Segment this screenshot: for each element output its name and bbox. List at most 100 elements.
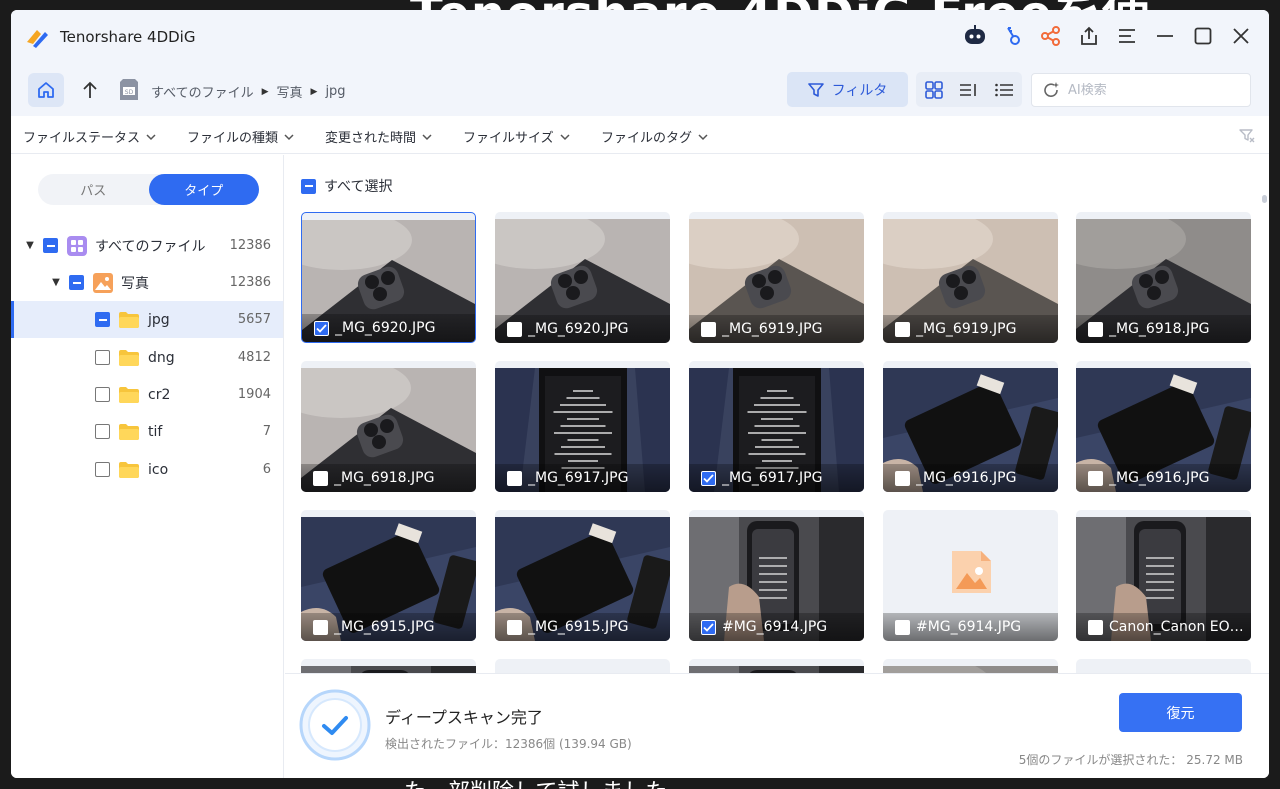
- file-checkbox[interactable]: [507, 321, 522, 337]
- file-checkbox[interactable]: [701, 619, 716, 635]
- file-thumbnail[interactable]: _MG_6918.JPG: [301, 361, 476, 492]
- file-checkbox[interactable]: [895, 470, 910, 486]
- file-name: #MG_6914.JPG: [916, 619, 1022, 635]
- tree-item-dng[interactable]: dng 4812: [11, 339, 283, 376]
- file-checkbox[interactable]: [1088, 321, 1103, 337]
- file-checkbox[interactable]: [1088, 619, 1103, 635]
- tree-item-photos[interactable]: ▼ 写真 12386: [11, 264, 283, 301]
- sd-card-icon: SD: [120, 79, 138, 100]
- breadcrumb-item-all-files[interactable]: すべてのファイル: [151, 82, 254, 101]
- tree-checkbox[interactable]: [69, 275, 84, 290]
- file-name: _MG_6915.JPG: [528, 619, 629, 635]
- close-icon[interactable]: [1227, 22, 1255, 50]
- tree-checkbox[interactable]: [95, 462, 110, 477]
- file-thumbnail[interactable]: Canon_Canon EOS...: [1076, 510, 1251, 641]
- tree-item-tif[interactable]: tif 7: [11, 413, 283, 450]
- breadcrumb-item-jpg[interactable]: jpg: [325, 84, 345, 99]
- tree-item-jpg[interactable]: jpg 5657: [11, 301, 283, 338]
- filter-button[interactable]: フィルタ: [787, 72, 908, 107]
- chevron-down-icon: [284, 133, 294, 140]
- folder-icon: [119, 386, 139, 403]
- file-thumbnail[interactable]: [883, 659, 1058, 673]
- robot-icon[interactable]: [961, 22, 989, 50]
- tab-path[interactable]: パス: [38, 174, 149, 205]
- file-thumbnail[interactable]: _MG_6915.JPG: [301, 510, 476, 641]
- file-thumbnail[interactable]: _MG_6919.JPG: [883, 212, 1058, 343]
- maximize-icon[interactable]: [1189, 22, 1217, 50]
- file-checkbox[interactable]: [314, 320, 329, 336]
- tree-item-cr2[interactable]: cr2 1904: [11, 376, 283, 413]
- minimize-icon[interactable]: [1151, 22, 1179, 50]
- expand-triangle-icon[interactable]: ▼: [25, 240, 35, 251]
- file-label-bar: _MG_6917.JPG: [495, 464, 670, 492]
- file-checkbox[interactable]: [313, 470, 328, 486]
- filter-modified-time[interactable]: 変更された時間: [325, 127, 432, 146]
- file-thumbnail[interactable]: _MG_6920.JPG: [495, 212, 670, 343]
- select-all[interactable]: すべて選択: [301, 176, 392, 196]
- file-thumbnail[interactable]: _MG_6919.JPG: [689, 212, 864, 343]
- tree-item-ico[interactable]: ico 6: [11, 451, 283, 488]
- file-checkbox[interactable]: [1088, 470, 1103, 486]
- breadcrumb: すべてのファイル ▶ 写真 ▶ jpg: [151, 82, 346, 101]
- filter-file-status[interactable]: ファイルステータス: [23, 127, 156, 146]
- tree-item-count: 1904: [237, 387, 271, 402]
- folder-icon: [119, 311, 139, 328]
- search-input[interactable]: [1068, 82, 1238, 98]
- tree-checkbox[interactable]: [95, 387, 110, 402]
- tree-checkbox[interactable]: [95, 424, 110, 439]
- file-label-bar: _MG_6918.JPG: [1076, 315, 1251, 343]
- up-button[interactable]: [77, 75, 103, 105]
- tree-checkbox[interactable]: [95, 350, 110, 365]
- filter-file-tag[interactable]: ファイルのタグ: [601, 127, 708, 146]
- file-checkbox[interactable]: [507, 470, 522, 486]
- key-icon[interactable]: [999, 22, 1027, 50]
- scrollbar-thumb[interactable]: [1262, 195, 1267, 203]
- menu-icon[interactable]: [1113, 22, 1141, 50]
- file-thumbnail[interactable]: _MG_6920.JPG: [301, 212, 476, 343]
- detail-view-button[interactable]: [986, 72, 1021, 107]
- title-bar: Tenorshare 4DDiG: [11, 10, 1269, 66]
- tree-checkbox[interactable]: [43, 238, 58, 253]
- tree-checkbox[interactable]: [95, 312, 110, 327]
- sidebar: パス タイプ ▼ すべてのファイル 12386 ▼ 写真 12386 jpg 5…: [11, 155, 284, 778]
- file-thumbnail[interactable]: _MG_6916.JPG: [883, 361, 1058, 492]
- file-thumbnail[interactable]: _MG_6918.JPG: [1076, 212, 1251, 343]
- breadcrumb-item-photos[interactable]: 写真: [277, 82, 303, 101]
- tree-item-label: jpg: [148, 311, 170, 328]
- recover-button[interactable]: 復元: [1119, 693, 1242, 732]
- file-thumbnail[interactable]: [301, 659, 476, 673]
- list-view-button[interactable]: [951, 72, 986, 107]
- clear-filter-button[interactable]: [1239, 128, 1255, 148]
- expand-triangle-icon[interactable]: ▼: [51, 277, 61, 288]
- file-checkbox[interactable]: [313, 619, 328, 635]
- share-icon[interactable]: [1037, 22, 1065, 50]
- filter-file-size[interactable]: ファイルサイズ: [463, 127, 570, 146]
- file-thumbnail[interactable]: [1076, 659, 1251, 673]
- file-thumbnail[interactable]: _MG_6916.JPG: [1076, 361, 1251, 492]
- select-all-checkbox[interactable]: [301, 178, 316, 194]
- file-thumbnail[interactable]: _MG_6917.JPG: [495, 361, 670, 492]
- file-label-bar: #MG_6914.JPG: [689, 613, 864, 641]
- file-thumbnail[interactable]: _MG_6915.JPG: [495, 510, 670, 641]
- file-checkbox[interactable]: [895, 321, 910, 337]
- tab-type[interactable]: タイプ: [148, 174, 259, 205]
- file-name: _MG_6916.JPG: [916, 470, 1017, 486]
- file-thumbnail[interactable]: [495, 659, 670, 673]
- selected-files-info: 5個のファイルが選択された： 25.72 MB: [1018, 753, 1243, 767]
- file-thumbnail[interactable]: _MG_6917.JPG: [689, 361, 864, 492]
- file-label-bar: _MG_6920.JPG: [302, 314, 475, 342]
- home-button[interactable]: [28, 73, 64, 107]
- file-checkbox[interactable]: [701, 321, 716, 337]
- export-icon[interactable]: [1075, 22, 1103, 50]
- file-thumbnail[interactable]: #MG_6914.JPG: [689, 510, 864, 641]
- file-checkbox[interactable]: [507, 619, 522, 635]
- tree-item-all-files[interactable]: ▼ すべてのファイル 12386: [11, 227, 283, 264]
- file-checkbox[interactable]: [701, 470, 716, 486]
- list-icon: [994, 83, 1013, 96]
- filter-file-size-label: ファイルサイズ: [463, 131, 554, 146]
- grid-view-button[interactable]: [916, 72, 951, 107]
- file-checkbox[interactable]: [895, 619, 910, 635]
- file-thumbnail[interactable]: [689, 659, 864, 673]
- file-thumbnail[interactable]: #MG_6914.JPG: [883, 510, 1058, 641]
- filter-file-type[interactable]: ファイルの種類: [187, 127, 294, 146]
